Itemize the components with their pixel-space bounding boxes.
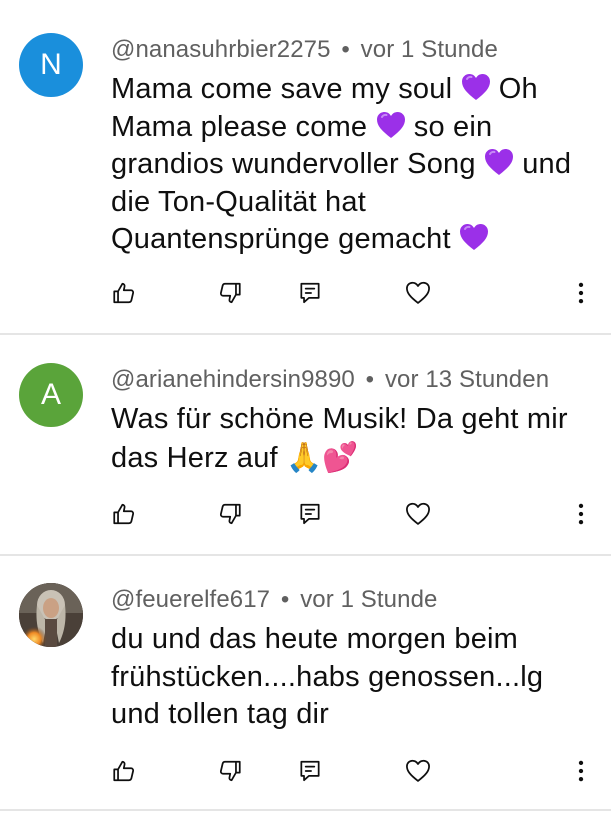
avatar-photo-image — [19, 583, 83, 647]
heart-icon — [404, 279, 432, 307]
avatar-letter: N — [40, 48, 62, 81]
more-options-button[interactable] — [566, 499, 596, 529]
like-icon — [111, 501, 137, 527]
comment-text: Was für schöne Musik! Da geht mir das He… — [111, 403, 568, 474]
comment-text: Mama come save my soul Oh Mama please co… — [111, 73, 572, 255]
separator: • — [280, 586, 290, 613]
more-vert-icon — [568, 758, 594, 784]
comment-1: N @nanasuhrbier2275 • vor 1 Stunde Mama … — [0, 0, 611, 334]
dislike-icon — [217, 280, 243, 306]
comment-actions — [0, 756, 611, 786]
heart-button[interactable] — [403, 278, 433, 308]
divider — [0, 809, 611, 811]
purple-heart-icon — [484, 148, 514, 176]
avatar-letter: A — [40, 378, 61, 411]
timestamp[interactable]: vor 1 Stunde — [361, 36, 498, 63]
purple-heart-icon — [461, 73, 491, 101]
comment-meta: @feuerelfe617 • vor 1 Stunde — [111, 586, 437, 614]
like-button[interactable] — [109, 499, 139, 529]
heart-button[interactable] — [403, 499, 433, 529]
two-hearts-emoji: 💕 — [322, 439, 359, 474]
heart-icon — [404, 500, 432, 528]
reply-button[interactable] — [295, 278, 325, 308]
comment-text: du und das heute morgen beim frühstücken… — [111, 623, 544, 730]
avatar[interactable]: A — [19, 363, 83, 427]
like-icon — [111, 758, 137, 784]
avatar-photo[interactable] — [19, 583, 83, 647]
reply-icon — [297, 280, 323, 306]
dislike-icon — [217, 758, 243, 784]
like-button[interactable] — [109, 756, 139, 786]
purple-heart-icon — [459, 223, 489, 251]
comment-actions — [0, 499, 611, 529]
timestamp[interactable]: vor 13 Stunden — [385, 366, 549, 393]
comment-2: A @arianehindersin9890 • vor 13 Stunden … — [0, 335, 611, 555]
purple-heart-icon — [376, 111, 406, 139]
dislike-icon — [217, 501, 243, 527]
more-options-button[interactable] — [566, 278, 596, 308]
timestamp[interactable]: vor 1 Stunde — [300, 586, 437, 613]
dislike-button[interactable] — [215, 278, 245, 308]
username[interactable]: @arianehindersin9890 — [111, 366, 355, 393]
separator: • — [341, 36, 350, 63]
dislike-button[interactable] — [215, 499, 245, 529]
reply-icon — [297, 501, 323, 527]
like-icon — [111, 280, 137, 306]
more-vert-icon — [568, 501, 594, 527]
reply-icon — [297, 758, 323, 784]
separator: • — [365, 366, 375, 393]
username[interactable]: @nanasuhrbier2275 — [111, 36, 331, 63]
folded-hands-emoji: 🙏 — [286, 439, 323, 474]
reply-button[interactable] — [295, 499, 325, 529]
avatar[interactable]: N — [19, 33, 83, 97]
heart-button[interactable] — [403, 756, 433, 786]
dislike-button[interactable] — [215, 756, 245, 786]
like-button[interactable] — [109, 278, 139, 308]
comment-3: @feuerelfe617 • vor 1 Stunde du und das … — [0, 556, 611, 819]
more-options-button[interactable] — [566, 756, 596, 786]
reply-button[interactable] — [295, 756, 325, 786]
more-vert-icon — [568, 280, 594, 306]
username[interactable]: @feuerelfe617 — [111, 586, 270, 613]
comment-meta: @arianehindersin9890 • vor 13 Stunden — [111, 366, 549, 394]
comment-actions — [0, 278, 611, 308]
heart-icon — [404, 757, 432, 785]
comment-meta: @nanasuhrbier2275 • vor 1 Stunde — [111, 36, 498, 64]
